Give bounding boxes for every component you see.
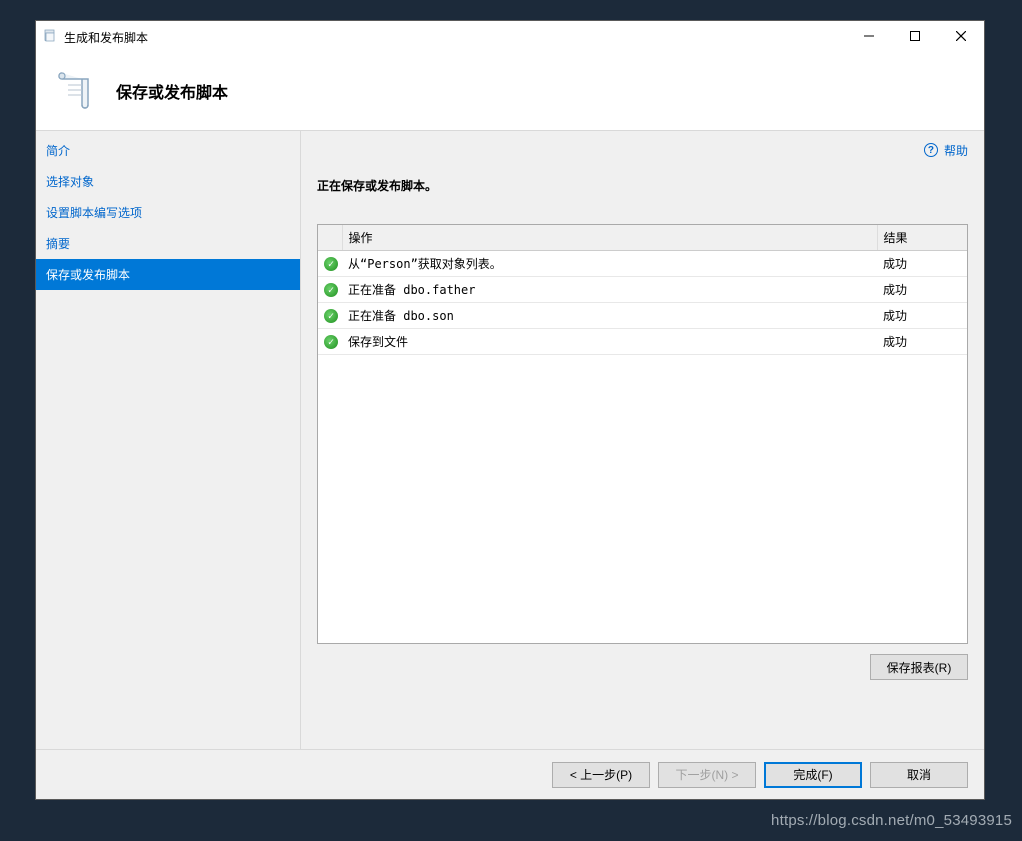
page-title: 保存或发布脚本 xyxy=(116,79,228,103)
cell-operation: 正在准备 dbo.father xyxy=(342,277,877,303)
titlebar: 生成和发布脚本 xyxy=(36,21,984,51)
column-header-operation: 操作 xyxy=(342,225,877,251)
progress-table: 操作 结果 ✓ 从“Person”获取对象列表。 成功 ✓ 正在准备 dbo.f… xyxy=(317,224,968,644)
sidebar-item-summary[interactable]: 摘要 xyxy=(36,228,300,259)
cell-result: 成功 xyxy=(877,303,967,329)
sidebar-item-script-options[interactable]: 设置脚本编写选项 xyxy=(36,197,300,228)
table-header-row: 操作 结果 xyxy=(318,225,967,251)
column-header-result: 结果 xyxy=(877,225,967,251)
cell-operation: 从“Person”获取对象列表。 xyxy=(342,251,877,277)
app-icon xyxy=(42,28,58,44)
table-row: ✓ 正在准备 dbo.son 成功 xyxy=(318,303,967,329)
sidebar-item-label: 简介 xyxy=(46,144,70,158)
cancel-button[interactable]: 取消 xyxy=(870,762,968,788)
finish-button[interactable]: 完成(F) xyxy=(764,762,862,788)
sidebar-item-save-publish[interactable]: 保存或发布脚本 xyxy=(36,259,300,290)
sidebar-item-label: 设置脚本编写选项 xyxy=(46,206,142,220)
wizard-sidebar: 简介 选择对象 设置脚本编写选项 摘要 保存或发布脚本 xyxy=(36,131,301,749)
help-icon: ? xyxy=(924,143,938,157)
wizard-dialog: 生成和发布脚本 保存或发布脚本 简介 选择对象 设置脚本编 xyxy=(35,20,985,800)
previous-button[interactable]: < 上一步(P) xyxy=(552,762,650,788)
dialog-body: 简介 选择对象 设置脚本编写选项 摘要 保存或发布脚本 ? 帮助 正在保存或发布… xyxy=(36,131,984,749)
sidebar-item-label: 保存或发布脚本 xyxy=(46,268,130,282)
cell-result: 成功 xyxy=(877,329,967,355)
sidebar-item-label: 摘要 xyxy=(46,237,70,251)
window-title: 生成和发布脚本 xyxy=(64,27,846,46)
header-band: 保存或发布脚本 xyxy=(36,51,984,131)
maximize-button[interactable] xyxy=(892,21,938,51)
success-icon: ✓ xyxy=(324,335,338,349)
minimize-button[interactable] xyxy=(846,21,892,51)
sidebar-item-intro[interactable]: 简介 xyxy=(36,135,300,166)
sidebar-item-label: 选择对象 xyxy=(46,175,94,189)
main-panel: ? 帮助 正在保存或发布脚本。 操作 结果 ✓ xyxy=(301,131,984,749)
success-icon: ✓ xyxy=(324,283,338,297)
cell-operation: 保存到文件 xyxy=(342,329,877,355)
table-row: ✓ 正在准备 dbo.father 成功 xyxy=(318,277,967,303)
success-icon: ✓ xyxy=(324,257,338,271)
success-icon: ✓ xyxy=(324,309,338,323)
cell-result: 成功 xyxy=(877,251,967,277)
help-link[interactable]: 帮助 xyxy=(944,142,968,159)
cell-result: 成功 xyxy=(877,277,967,303)
table-row: ✓ 从“Person”获取对象列表。 成功 xyxy=(318,251,967,277)
watermark-text: https://blog.csdn.net/m0_53493915 xyxy=(771,812,1012,829)
status-label: 正在保存或发布脚本。 xyxy=(317,177,968,194)
cell-operation: 正在准备 dbo.son xyxy=(342,303,877,329)
sidebar-item-select-objects[interactable]: 选择对象 xyxy=(36,166,300,197)
save-report-row: 保存报表(R) xyxy=(317,654,968,680)
next-button: 下一步(N) > xyxy=(658,762,756,788)
column-header-icon xyxy=(318,225,342,251)
table-row: ✓ 保存到文件 成功 xyxy=(318,329,967,355)
script-scroll-icon xyxy=(50,67,98,115)
help-row: ? 帮助 xyxy=(317,141,968,159)
close-button[interactable] xyxy=(938,21,984,51)
save-report-button[interactable]: 保存报表(R) xyxy=(870,654,968,680)
dialog-footer: < 上一步(P) 下一步(N) > 完成(F) 取消 xyxy=(36,749,984,799)
